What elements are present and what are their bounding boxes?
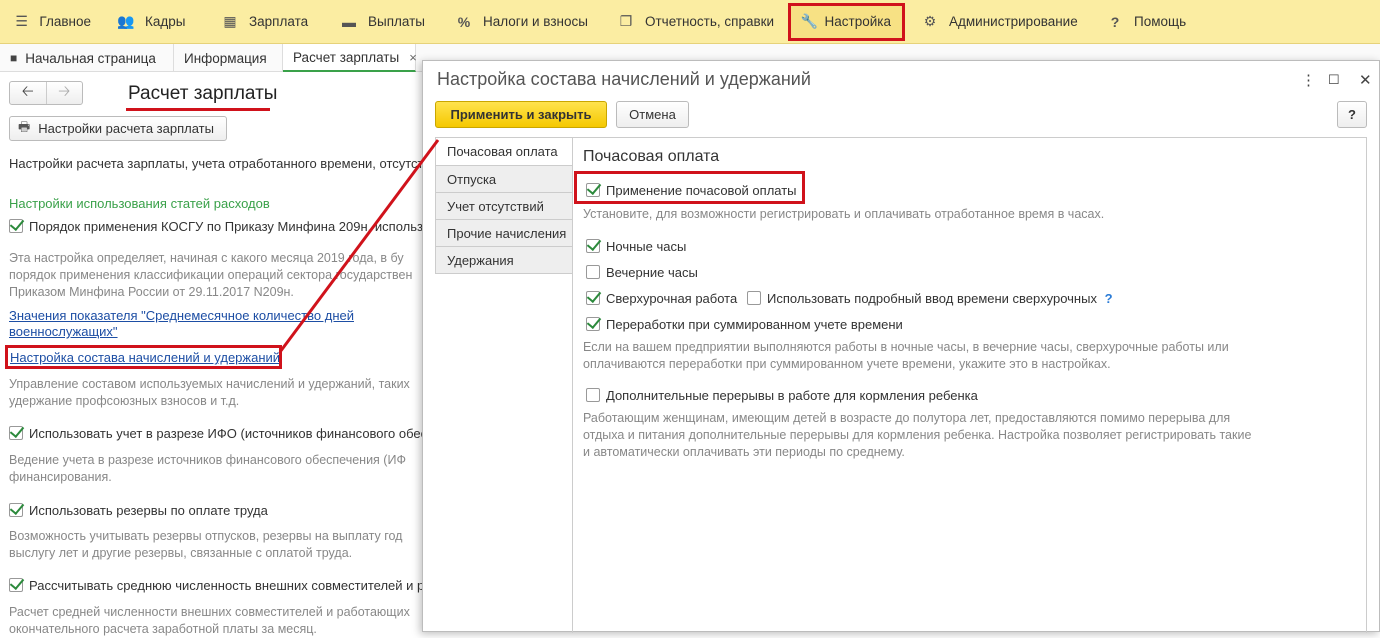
summarized-option[interactable]: Переработки при суммированном учете врем… — [586, 317, 903, 332]
tab-info[interactable]: Информация — [174, 44, 283, 72]
menu-salary[interactable]: ▦ Зарплата — [207, 5, 326, 39]
menu-taxes[interactable]: % Налоги и взносы — [441, 5, 603, 39]
question-icon: ? — [1110, 13, 1120, 30]
vtab-other-accruals[interactable]: Прочие начисления — [435, 220, 573, 247]
close-icon[interactable]: ✕ — [1359, 71, 1372, 89]
kosgu-option[interactable]: Порядок применения КОСГУ по Приказу Минф… — [9, 219, 429, 234]
menu-payments[interactable]: ▬ Выплаты — [326, 5, 441, 39]
wrench-icon: 🔧 — [800, 13, 818, 29]
close-tab-icon[interactable]: × — [409, 50, 417, 65]
ifo-checkbox[interactable] — [9, 426, 23, 440]
reserves-checkbox[interactable] — [9, 503, 23, 517]
reserves-option[interactable]: Использовать резервы по оплате труда — [9, 503, 268, 518]
people-icon: 👥 — [117, 13, 135, 29]
vtab-absences[interactable]: Учет отсутствий — [435, 193, 573, 220]
summarized-description: Если на вашем предприятии выполняются ра… — [583, 340, 1229, 371]
back-arrow-icon[interactable]: 🡠 — [10, 82, 46, 104]
panel-title: Почасовая оплата — [583, 148, 720, 165]
evening-hours-option[interactable]: Вечерние часы — [586, 265, 698, 280]
home-icon: ■ — [10, 51, 18, 65]
hamburger-icon: ☰ — [15, 13, 28, 29]
dialog-title: Настройка состава начислений и удержаний — [437, 69, 811, 89]
menu-personnel[interactable]: 👥 Кадры — [103, 5, 207, 39]
evening-hours-checkbox[interactable] — [586, 265, 600, 279]
ifo-option[interactable]: Использовать учет в разрезе ИФО (источни… — [9, 426, 427, 441]
menu-help[interactable]: ? Помощь — [1092, 5, 1202, 39]
hourly-pay-description: Установите, для возможности регистрирова… — [583, 207, 1105, 221]
page-title: Расчет зарплаты — [128, 83, 278, 104]
more-icon[interactable]: ⋮ — [1301, 71, 1316, 89]
composition-link-highlight — [5, 345, 282, 369]
feeding-breaks-option[interactable]: Дополнительные перерывы в работе для кор… — [586, 388, 978, 403]
vtab-deductions[interactable]: Удержания — [435, 247, 573, 274]
overtime-checkbox[interactable] — [586, 291, 600, 305]
wallet-icon: ▬ — [342, 13, 356, 30]
night-hours-checkbox[interactable] — [586, 239, 600, 253]
overtime-help-icon[interactable]: ? — [1105, 291, 1113, 306]
history-nav: 🡠 🡢 — [9, 81, 83, 105]
apply-and-close-button[interactable]: Применить и закрыть — [435, 101, 607, 128]
feeding-breaks-description: Работающим женщинам, имеющим детей в воз… — [583, 411, 1252, 459]
avg-headcount-option[interactable]: Рассчитывать среднюю численность внешних… — [9, 578, 424, 593]
documents-icon: ❐ — [619, 13, 633, 29]
ifo-description: Ведение учета в разрезе источников финан… — [9, 453, 406, 484]
reserves-description: Возможность учитывать резервы отпусков, … — [9, 529, 403, 560]
indicator-values-link[interactable]: Значения показателя "Среднемесячное коли… — [9, 308, 354, 340]
cancel-button[interactable]: Отмена — [616, 101, 689, 128]
help-button[interactable]: ? — [1337, 101, 1367, 128]
tab-home[interactable]: ■ Начальная страница — [0, 44, 174, 72]
payroll-settings-button[interactable]: 🖶 Настройки расчета зарплаты — [9, 116, 227, 141]
avg-headcount-checkbox[interactable] — [9, 578, 23, 592]
composition-dialog: Настройка состава начислений и удержаний… — [422, 60, 1380, 633]
percent-icon: % — [457, 13, 471, 30]
avg-headcount-description: Расчет средней численности внешних совме… — [9, 605, 410, 636]
expense-section-title: Настройки использования статей расходов — [9, 196, 270, 211]
hourly-pay-highlight — [574, 171, 805, 204]
menu-administration[interactable]: ⚙ Администрирование — [907, 5, 1092, 39]
kosgu-checkbox[interactable] — [9, 219, 23, 233]
menu-settings[interactable]: 🔧 Настройка — [788, 2, 905, 41]
top-menu-bar: ☰ Главное 👥 Кадры ▦ Зарплата ▬ Выплаты % Нало… — [0, 0, 1380, 44]
overtime-option[interactable]: Сверхурочная работа — [586, 291, 737, 306]
intro-text: Настройки расчета зарплаты, учета отрабо… — [9, 156, 431, 171]
maximize-icon[interactable]: ☐ — [1328, 72, 1340, 88]
summarized-checkbox[interactable] — [586, 317, 600, 331]
forward-arrow-icon[interactable]: 🡢 — [45, 82, 83, 104]
printer-icon: 🖶 — [18, 118, 31, 134]
title-highlight-underline — [126, 108, 270, 111]
composition-description: Управление составом используемых начисле… — [9, 377, 410, 408]
night-hours-option[interactable]: Ночные часы — [586, 239, 686, 254]
settings-vertical-tabs: Почасовая оплата Отпуска Учет отсутствий… — [435, 137, 573, 274]
calculator-icon: ▦ — [223, 13, 237, 29]
hourly-settings-panel: Почасовая оплата Применение почасовой оп… — [572, 137, 1367, 633]
feeding-breaks-checkbox[interactable] — [586, 388, 600, 402]
overtime-detail-option[interactable]: Использовать подробный ввод времени свер… — [747, 291, 1113, 306]
menu-main[interactable]: ☰ Главное — [0, 5, 103, 39]
tab-payroll[interactable]: Расчет зарплаты × — [283, 44, 417, 72]
gear-icon: ⚙ — [923, 13, 937, 29]
vtab-hourly[interactable]: Почасовая оплата — [435, 137, 573, 166]
menu-reports[interactable]: ❐ Отчетность, справки — [603, 5, 790, 39]
kosgu-description: Эта настройка определяет, начиная с како… — [9, 251, 413, 299]
overtime-detail-checkbox[interactable] — [747, 291, 761, 305]
vtab-vacations[interactable]: Отпуска — [435, 166, 573, 193]
